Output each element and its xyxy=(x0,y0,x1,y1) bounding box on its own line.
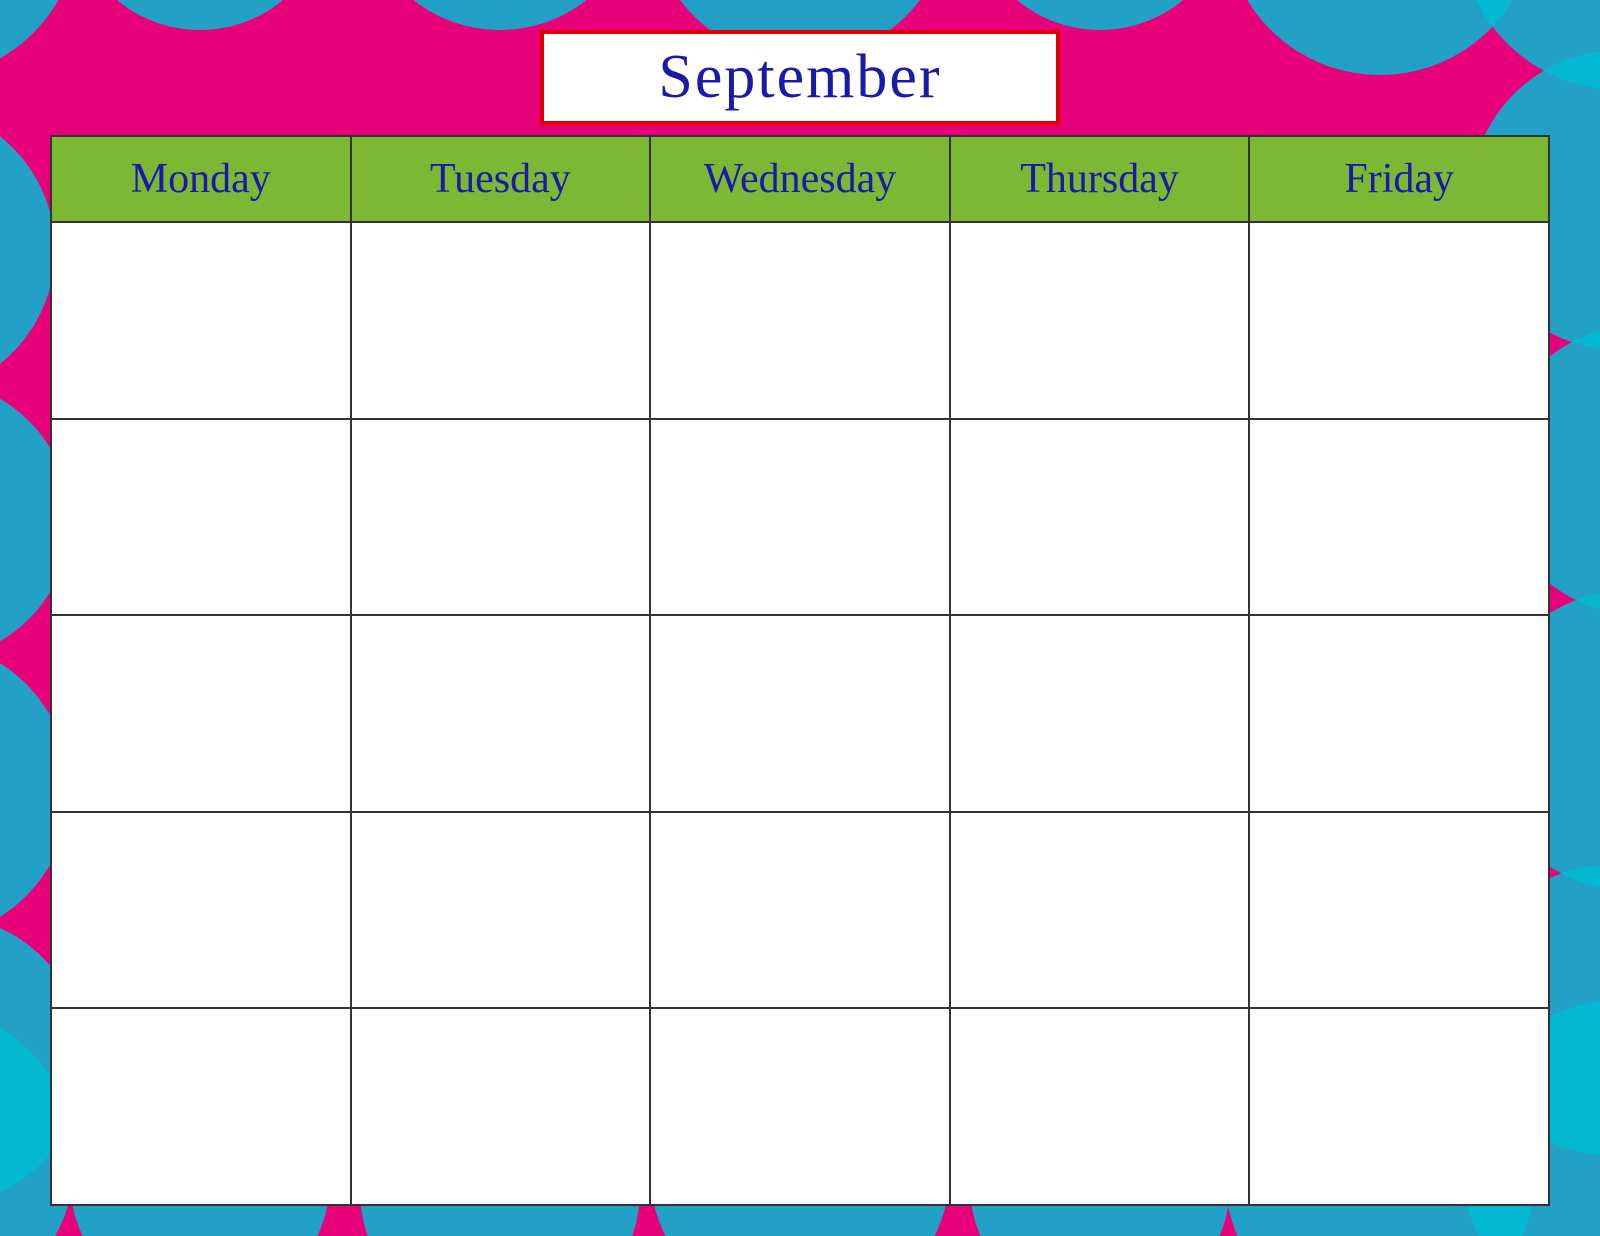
calendar-cell[interactable] xyxy=(1249,419,1549,616)
calendar-body xyxy=(51,222,1549,1205)
calendar-cell[interactable] xyxy=(650,1008,950,1205)
calendar-row xyxy=(51,1008,1549,1205)
calendar-cell[interactable] xyxy=(351,1008,651,1205)
calendar-cell[interactable] xyxy=(1249,1008,1549,1205)
calendar-cell[interactable] xyxy=(950,615,1250,812)
calendar-cell[interactable] xyxy=(650,419,950,616)
calendar-cell[interactable] xyxy=(351,615,651,812)
calendar-cell[interactable] xyxy=(650,615,950,812)
calendar-table: MondayTuesdayWednesdayThursdayFriday xyxy=(50,135,1550,1206)
calendar-cell[interactable] xyxy=(1249,812,1549,1009)
calendar-cell[interactable] xyxy=(351,222,651,419)
calendar-row xyxy=(51,222,1549,419)
calendar-cell[interactable] xyxy=(1249,222,1549,419)
calendar-row xyxy=(51,615,1549,812)
day-header-tuesday: Tuesday xyxy=(351,136,651,222)
calendar-cell[interactable] xyxy=(51,419,351,616)
calendar-row xyxy=(51,812,1549,1009)
day-header-wednesday: Wednesday xyxy=(650,136,950,222)
calendar-cell[interactable] xyxy=(950,1008,1250,1205)
calendar-cell[interactable] xyxy=(51,615,351,812)
calendar-cell[interactable] xyxy=(351,812,651,1009)
calendar-cell[interactable] xyxy=(950,812,1250,1009)
calendar-row xyxy=(51,419,1549,616)
calendar-cell[interactable] xyxy=(950,222,1250,419)
day-header-monday: Monday xyxy=(51,136,351,222)
calendar-cell[interactable] xyxy=(950,419,1250,616)
calendar-cell[interactable] xyxy=(1249,615,1549,812)
day-header-thursday: Thursday xyxy=(950,136,1250,222)
calendar-wrapper: September MondayTuesdayWednesdayThursday… xyxy=(50,30,1550,1206)
month-title: September xyxy=(658,43,941,111)
month-title-container: September xyxy=(540,30,1060,125)
day-header-friday: Friday xyxy=(1249,136,1549,222)
calendar-cell[interactable] xyxy=(51,222,351,419)
header-row: MondayTuesdayWednesdayThursdayFriday xyxy=(51,136,1549,222)
calendar-cell[interactable] xyxy=(650,222,950,419)
calendar-cell[interactable] xyxy=(351,419,651,616)
calendar-cell[interactable] xyxy=(51,1008,351,1205)
calendar-cell[interactable] xyxy=(650,812,950,1009)
calendar-cell[interactable] xyxy=(51,812,351,1009)
